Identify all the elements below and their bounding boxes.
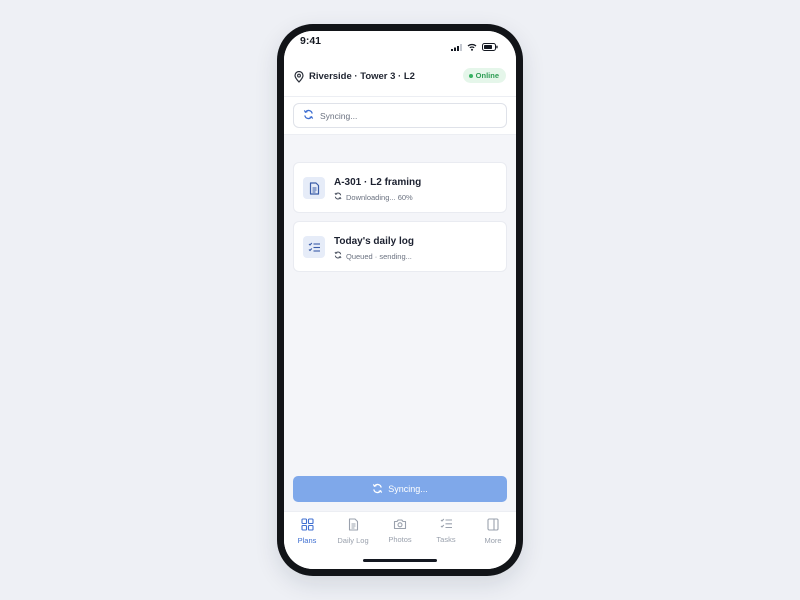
checklist-icon (440, 518, 453, 532)
list-item-status-text: Queued · sending... (346, 251, 412, 261)
status-time: 9:41 (300, 35, 322, 47)
tab-more[interactable]: More (470, 518, 516, 545)
list-item-title: Today's daily log (334, 236, 414, 247)
connection-status-label: Online (475, 71, 499, 80)
list-item-plan-sheet[interactable]: A-301 · L2 framing Downloading... 60% (293, 162, 507, 213)
sidebar-panel-icon (487, 518, 499, 533)
sync-button[interactable]: Syncing... (293, 476, 507, 502)
phone-frame: 9:41 Riverside · Tower 3 · L2 Online Syn… (277, 24, 523, 576)
tab-label: Photos (388, 535, 412, 544)
sync-icon (334, 251, 342, 261)
tab-daily-log[interactable]: Daily Log (330, 518, 376, 545)
sync-button-label: Syncing... (388, 484, 428, 494)
home-indicator[interactable] (363, 559, 437, 562)
wifi-icon (467, 38, 477, 56)
tab-label: More (484, 536, 502, 545)
tab-plans[interactable]: Plans (284, 518, 330, 545)
status-bar: 9:41 (284, 31, 516, 57)
sync-icon (372, 483, 383, 496)
project-header: Riverside · Tower 3 · L2 Online (284, 57, 516, 97)
battery-icon (482, 38, 498, 56)
document-icon (303, 177, 325, 199)
tab-label: Plans (297, 536, 317, 545)
sync-icon (303, 109, 314, 122)
online-dot-icon (468, 73, 473, 78)
tab-photos[interactable]: Photos (377, 518, 423, 544)
list-item-status-text: Downloading... 60% (346, 192, 413, 202)
sync-strip: Syncing... (284, 97, 516, 135)
sync-status-text: Syncing... (320, 110, 358, 121)
checklist-icon (303, 236, 325, 258)
grid-icon (300, 518, 314, 533)
sync-icon (334, 192, 342, 202)
list-item-status: Downloading... 60% (334, 192, 413, 202)
location-pin-icon (294, 70, 304, 88)
sync-status-banner: Syncing... (293, 103, 507, 128)
list-item-status: Queued · sending... (334, 251, 412, 261)
tab-label: Daily Log (337, 536, 369, 545)
document-icon (348, 518, 359, 533)
camera-icon (393, 518, 407, 532)
list-item-daily-log[interactable]: Today's daily log Queued · sending... (293, 221, 507, 272)
list-item-title: A-301 · L2 framing (334, 177, 422, 188)
project-location[interactable]: Riverside · Tower 3 · L2 (309, 71, 415, 82)
status-icons (451, 38, 498, 56)
tab-tasks[interactable]: Tasks (423, 518, 469, 544)
tab-label: Tasks (436, 535, 456, 544)
signal-icon (451, 38, 462, 56)
app-screen: 9:41 Riverside · Tower 3 · L2 Online Syn… (284, 31, 516, 569)
connection-status-badge: Online (462, 68, 506, 83)
